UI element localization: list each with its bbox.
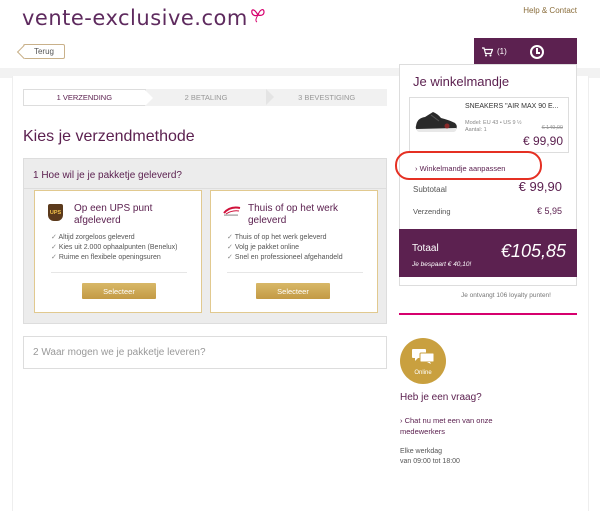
cart-button[interactable]: (1) <box>474 46 524 57</box>
page-title: Kies je verzendmethode <box>23 128 195 145</box>
sneaker-image <box>415 112 457 132</box>
subtotal-label: Subtotaal <box>413 185 447 194</box>
product-meta: Model: EU 43 • US 9 ½ Aantal: 1 <box>465 120 522 134</box>
total-label: Totaal <box>412 243 439 254</box>
product-quantity: Aantal: 1 <box>465 127 487 133</box>
feature-item: Altijd zorgeloos geleverd <box>51 233 178 243</box>
option-ups[interactable]: UPS Op een UPS punt afgeleverd Altijd zo… <box>34 190 202 313</box>
feature-item: Volg je pakket online <box>227 243 343 253</box>
option-home-delivery[interactable]: Thuis of op het werk geleverd Thuis of o… <box>210 190 378 313</box>
hours-line-2: van 09:00 tot 18:00 <box>400 458 460 465</box>
site-logo[interactable]: vente-exclusive.com <box>22 6 266 30</box>
savings-text: Je bespaart € 40,10! <box>412 261 472 268</box>
product-old-price: € 149,00 <box>541 125 563 131</box>
checkout-steps: 1 VERZENDING 2 BETALING 3 BEVESTIGING <box>23 89 388 106</box>
loyalty-text: Je ontvangt 106 loyalty punten! <box>461 292 551 299</box>
section-divider <box>24 188 386 189</box>
option-features: Thuis of op het werk geleverd Volg je pa… <box>227 233 343 263</box>
product-name: SNEAKERS "AIR MAX 90 E... <box>465 103 559 110</box>
step-shipping[interactable]: 1 VERZENDING <box>23 89 153 106</box>
shipping-question: 1 Hoe wil je je pakketje geleverd? <box>33 170 182 181</box>
courier-logo-icon <box>223 206 241 216</box>
help-contact-link[interactable]: Help & Contact <box>523 6 577 15</box>
cart-product[interactable]: SNEAKERS "AIR MAX 90 E... Model: EU 43 •… <box>409 97 569 153</box>
back-button[interactable]: Terug <box>23 44 65 59</box>
option-features: Altijd zorgeloos geleverd Kies uit 2.000… <box>51 233 178 263</box>
option-divider <box>51 272 187 273</box>
step-confirmation: 3 BEVESTIGING <box>266 89 388 106</box>
accent-divider <box>399 313 577 315</box>
chat-link[interactable]: Chat nu met een van onze medewerkers <box>400 415 530 437</box>
feature-item: Snel en professioneel afgehandeld <box>227 253 343 263</box>
select-ups-button[interactable]: Selecteer <box>82 283 156 299</box>
total-value: €105,85 <box>500 241 566 261</box>
option-title: Thuis of op het werk geleverd <box>248 203 339 226</box>
delivery-address-section[interactable]: 2 Waar mogen we je pakketje leveren? <box>23 336 387 369</box>
opening-hours: Elke werkdag van 09:00 tot 18:00 <box>400 447 460 467</box>
shipping-label: Verzending <box>413 207 451 216</box>
feature-item: Thuis of op het werk geleverd <box>227 233 343 243</box>
ups-logo-icon: UPS <box>48 204 63 221</box>
highlight-annotation <box>395 151 542 180</box>
feature-item: Ruime en flexibele openingsuren <box>51 253 178 263</box>
cart-count: (1) <box>497 47 507 56</box>
address-question: 2 Waar mogen we je pakketje leveren? <box>33 347 206 358</box>
select-home-button[interactable]: Selecteer <box>256 283 330 299</box>
clock-icon[interactable] <box>530 44 544 59</box>
hours-line-1: Elke werkdag <box>400 448 443 455</box>
cart-title: Je winkelmandje <box>413 74 510 89</box>
subtotal-value: € 99,90 <box>518 179 562 194</box>
product-price: € 99,90 <box>522 134 563 148</box>
option-title: Op een UPS punt afgeleverd <box>74 203 153 226</box>
total-bar: Totaal €105,85 Je bespaart € 40,10! <box>399 229 577 277</box>
help-question-title: Heb je een vraag? <box>400 392 482 403</box>
chat-bubbles-icon <box>412 349 435 364</box>
feature-item: Kies uit 2.000 ophaalpunten (Benelux) <box>51 243 178 253</box>
step-payment: 2 BETALING <box>145 89 274 106</box>
cart-icon <box>482 46 493 56</box>
shipping-value: € 5,95 <box>536 206 562 216</box>
option-divider <box>227 272 363 273</box>
butterfly-icon <box>251 9 265 23</box>
online-label: Online <box>414 370 432 376</box>
logo-text: vente-exclusive.com <box>22 6 248 30</box>
product-size: Model: EU 43 • US 9 ½ <box>465 120 522 126</box>
online-chat-badge[interactable]: Online <box>400 338 446 384</box>
top-cart-bar: (1) <box>474 38 577 65</box>
